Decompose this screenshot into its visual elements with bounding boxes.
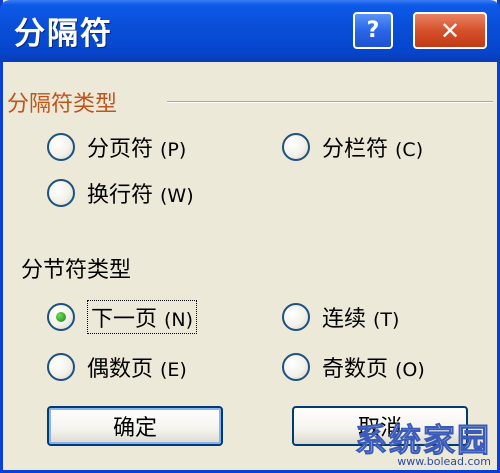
radio-button[interactable] [47, 353, 75, 381]
radio-continuous[interactable]: 连续 (T) [282, 300, 399, 334]
radio-odd-page[interactable]: 奇数页 (O) [282, 350, 425, 384]
radio-button-selected[interactable] [47, 303, 75, 331]
radio-label-continuous: 连续 [322, 307, 367, 332]
radio-button[interactable] [47, 179, 75, 207]
close-icon: ✕ [439, 16, 461, 45]
hotkey-label: (E) [160, 359, 187, 381]
radio-line-break[interactable]: 换行符 (W) [47, 176, 194, 210]
hotkey-label: (C) [395, 139, 424, 161]
separator-dialog: 分隔符 ? ✕ 分隔符类型 分页符 (P) 分栏符 (C) 换行符 (W) 分节… [0, 0, 500, 473]
hotkey-label: (T) [373, 309, 400, 331]
radio-button[interactable] [282, 353, 310, 381]
help-button[interactable]: ? [353, 12, 393, 49]
radio-button[interactable] [47, 133, 75, 161]
hotkey-label: (P) [160, 139, 187, 161]
break-type-group-label: 分隔符类型 [7, 92, 118, 117]
radio-even-page[interactable]: 偶数页 (E) [47, 350, 187, 384]
section-type-label: 分节符类型 [21, 258, 132, 283]
radio-label-page-break: 分页符 [87, 137, 154, 162]
watermark: 系统家园 www.bolead.com [354, 421, 491, 469]
radio-label-next-page: 下一页 [91, 307, 158, 332]
hotkey-label: (N) [164, 309, 194, 331]
dialog-title: 分隔符 [14, 16, 113, 52]
radio-button[interactable] [282, 133, 310, 161]
radio-label-even-page: 偶数页 [87, 357, 154, 382]
radio-page-break[interactable]: 分页符 (P) [47, 130, 186, 164]
radio-label-column-break: 分栏符 [322, 137, 389, 162]
radio-button[interactable] [282, 303, 310, 331]
watermark-logo: 系统家园 [354, 421, 491, 459]
radio-next-page[interactable]: 下一页 (N) [47, 300, 198, 334]
radio-label-line-break: 换行符 [87, 183, 154, 208]
close-button[interactable]: ✕ [413, 12, 487, 49]
ok-button[interactable]: 确定 [47, 406, 223, 446]
title-bar[interactable]: 分隔符 ? ✕ [0, 0, 500, 62]
help-icon: ? [366, 18, 380, 43]
radio-label-odd-page: 奇数页 [322, 357, 389, 382]
hotkey-label: (W) [160, 185, 194, 207]
group-divider [167, 101, 493, 103]
radio-column-break[interactable]: 分栏符 (C) [282, 130, 423, 164]
hotkey-label: (O) [395, 359, 425, 381]
